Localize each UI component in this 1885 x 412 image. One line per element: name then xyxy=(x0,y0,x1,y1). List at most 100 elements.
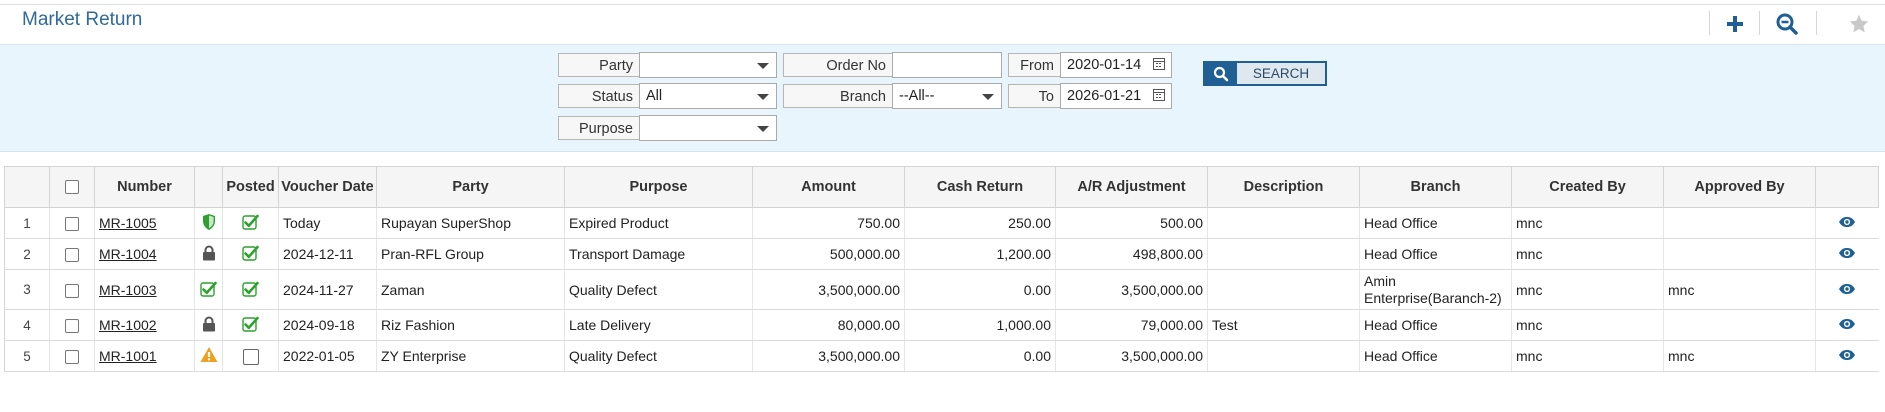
row-number: 1 xyxy=(4,207,50,239)
ar-adjustment-cell: 79,000.00 xyxy=(1055,309,1208,341)
row-select-checkbox[interactable] xyxy=(65,283,79,298)
posted-header[interactable]: Posted xyxy=(222,166,279,208)
ar-adjustment-cell: 3,500,000.00 xyxy=(1055,269,1208,310)
select-all-header xyxy=(49,166,95,208)
amount-header[interactable]: Amount xyxy=(752,166,905,208)
eye-icon[interactable] xyxy=(1838,317,1856,333)
add-button[interactable] xyxy=(1721,10,1749,38)
party-cell: Rupayan SuperShop xyxy=(376,207,565,239)
toolbar-divider xyxy=(1709,11,1710,35)
page-header: Market Return xyxy=(0,5,1885,43)
approved-by-header[interactable]: Approved By xyxy=(1663,166,1816,208)
posted-cell xyxy=(222,340,279,372)
row-select-checkbox[interactable] xyxy=(65,217,79,232)
posted-check-icon xyxy=(242,281,259,300)
status-select[interactable]: All xyxy=(639,83,777,109)
branch-cell: Amin Enterprise(Baranch-2) xyxy=(1359,269,1512,310)
table-row[interactable]: 5 MR-1001 2022-01-05 ZY Enterprise Quality D… xyxy=(4,340,1879,372)
view-cell xyxy=(1815,309,1879,341)
favorite-button[interactable] xyxy=(1845,10,1873,38)
purpose-cell: Quality Defect xyxy=(564,340,753,372)
eye-icon[interactable] xyxy=(1838,282,1856,298)
posted-checkbox[interactable] xyxy=(242,348,259,365)
from-date-input[interactable]: 2020-01-14 xyxy=(1060,52,1172,78)
cash-return-cell: 250.00 xyxy=(904,207,1056,239)
created-by-header[interactable]: Created By xyxy=(1511,166,1664,208)
voucher-number-link[interactable]: MR-1005 xyxy=(99,215,157,231)
actions-header xyxy=(1815,166,1879,208)
description-cell xyxy=(1207,340,1360,372)
calendar-icon[interactable] xyxy=(1153,58,1165,70)
table-row[interactable]: 3 MR-1003 2024-11-27 Zaman Quality Defect 3,5… xyxy=(4,269,1879,310)
check-icon xyxy=(200,281,217,300)
zoom-out-icon xyxy=(1776,13,1798,35)
purpose-header[interactable]: Purpose xyxy=(564,166,753,208)
description-header[interactable]: Description xyxy=(1207,166,1360,208)
table-row[interactable]: 2 MR-1004 2024-12-11 Pran-RFL Group Transpor… xyxy=(4,238,1879,270)
description-cell: Test xyxy=(1207,309,1360,341)
status-cell xyxy=(194,269,223,310)
number-cell: MR-1002 xyxy=(94,309,195,341)
cash-return-header[interactable]: Cash Return xyxy=(904,166,1056,208)
voucher-number-link[interactable]: MR-1002 xyxy=(99,317,157,333)
row-number: 4 xyxy=(4,309,50,341)
order-no-input[interactable] xyxy=(892,52,1002,78)
row-select-checkbox[interactable] xyxy=(65,248,79,263)
ar-adjustment-cell: 500.00 xyxy=(1055,207,1208,239)
ar-adjustment-header[interactable]: A/R Adjustment xyxy=(1055,166,1208,208)
row-select-checkbox[interactable] xyxy=(65,350,79,365)
voucher-number-link[interactable]: MR-1001 xyxy=(99,348,157,364)
cash-return-cell: 0.00 xyxy=(904,340,1056,372)
row-number: 5 xyxy=(4,340,50,372)
eye-icon[interactable] xyxy=(1838,348,1856,364)
to-label: To xyxy=(1008,84,1060,108)
page-title: Market Return xyxy=(22,9,143,30)
approved-by-cell xyxy=(1663,207,1816,239)
purpose-select[interactable] xyxy=(639,115,777,141)
party-header[interactable]: Party xyxy=(376,166,565,208)
voucher-number-link[interactable]: MR-1003 xyxy=(99,282,157,298)
branch-header[interactable]: Branch xyxy=(1359,166,1512,208)
cash-return-cell: 0.00 xyxy=(904,269,1056,310)
party-cell: Riz Fashion xyxy=(376,309,565,341)
toolbar-divider xyxy=(1759,11,1760,35)
calendar-icon[interactable] xyxy=(1153,89,1165,101)
row-select-cell xyxy=(49,309,95,341)
rownum-header xyxy=(4,166,50,208)
number-cell: MR-1005 xyxy=(94,207,195,239)
voucher-date-header[interactable]: Voucher Date xyxy=(278,166,377,208)
row-number: 2 xyxy=(4,238,50,270)
voucher-date-cell: 2022-01-05 xyxy=(278,340,377,372)
branch-cell: Head Office xyxy=(1359,238,1512,270)
view-cell xyxy=(1815,207,1879,239)
voucher-date-cell: Today xyxy=(278,207,377,239)
created-by-cell: mnc xyxy=(1511,238,1664,270)
row-select-checkbox[interactable] xyxy=(65,319,79,334)
table-row[interactable]: 1 MR-1005 Today Rupayan SuperShop Expired Pr… xyxy=(4,207,1879,239)
branch-select[interactable]: --All-- xyxy=(892,83,1002,109)
table-header-row: Number Posted Voucher Date Party Purpose… xyxy=(4,166,1879,208)
party-cell: Pran-RFL Group xyxy=(376,238,565,270)
party-select[interactable] xyxy=(639,52,777,78)
number-cell: MR-1003 xyxy=(94,269,195,310)
number-header[interactable]: Number xyxy=(94,166,195,208)
status-header xyxy=(194,166,223,208)
status-cell xyxy=(194,340,223,372)
view-cell xyxy=(1815,340,1879,372)
party-label: Party xyxy=(558,53,639,77)
status-cell xyxy=(194,309,223,341)
order-no-label: Order No xyxy=(783,53,892,77)
zoom-out-button[interactable] xyxy=(1773,10,1801,38)
table-row[interactable]: 4 MR-1002 2024-09-18 Riz Fashion Late Delive… xyxy=(4,309,1879,341)
search-button[interactable]: SEARCH xyxy=(1203,61,1327,86)
number-cell: MR-1004 xyxy=(94,238,195,270)
approved-by-cell: mnc xyxy=(1663,340,1816,372)
posted-check-icon xyxy=(242,316,259,335)
description-cell xyxy=(1207,269,1360,310)
voucher-number-link[interactable]: MR-1004 xyxy=(99,246,157,262)
to-date-input[interactable]: 2026-01-21 xyxy=(1060,83,1172,109)
eye-icon[interactable] xyxy=(1838,215,1856,231)
eye-icon[interactable] xyxy=(1838,246,1856,262)
shield-icon xyxy=(201,213,217,234)
select-all-checkbox[interactable] xyxy=(65,179,79,194)
